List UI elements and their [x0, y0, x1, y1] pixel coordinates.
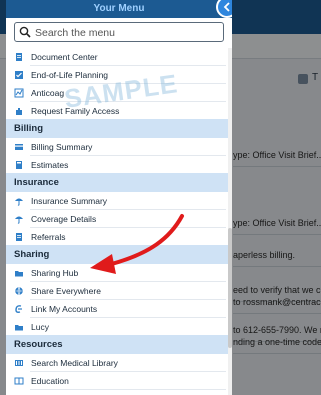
document-icon [16, 52, 22, 61]
menu-item-lucy[interactable]: Lucy [6, 318, 232, 335]
calculator-icon [16, 160, 22, 169]
section-header-sharing: Sharing [6, 245, 232, 264]
menu-scrollbar-thumb[interactable] [228, 228, 232, 348]
menu-header: Your Menu [6, 0, 232, 18]
menu-item-sharing-hub[interactable]: Sharing Hub [6, 264, 232, 281]
book-icon [14, 377, 24, 384]
document-icon [16, 232, 22, 241]
section-header-resources: Resources [6, 335, 232, 354]
menu-item-share-everywhere[interactable]: Share Everywhere [6, 282, 232, 299]
credit-card-icon [15, 143, 23, 150]
search-input[interactable] [33, 24, 223, 42]
menu-item-referrals[interactable]: Referrals [6, 228, 232, 245]
menu-item-link-my-accounts[interactable]: Link My Accounts [6, 300, 232, 317]
menu-item-label: Lucy [31, 321, 49, 332]
folder-icon [15, 270, 23, 276]
menu-item-label: Document Center [31, 51, 98, 62]
umbrella-icon [15, 216, 23, 224]
umbrella-icon [15, 198, 23, 206]
section-header-billing: Billing [6, 119, 232, 138]
back-arrow-icon [223, 2, 230, 12]
checklist-icon [15, 70, 23, 79]
search-box[interactable] [14, 22, 224, 42]
menu-item-label: Estimates [31, 159, 69, 170]
menu-item-document-center[interactable]: Document Center [6, 48, 232, 65]
menu-title: Your Menu [93, 3, 145, 14]
menu-item-label: Referrals [31, 231, 66, 242]
link-icon [15, 304, 22, 313]
menu-item-coverage-details[interactable]: Coverage Details [6, 210, 232, 227]
share-icon [15, 286, 23, 295]
folder-icon [15, 324, 23, 330]
menu-item-label: Share Everywhere [31, 285, 101, 296]
chart-icon [14, 88, 24, 97]
menu-item-label: Anticoag [31, 87, 65, 98]
side-menu: Your Menu Document Center End-of-Life Pla… [6, 0, 232, 395]
menu-item-label: End-of-Life Planning [31, 69, 109, 80]
menu-item-label: Billing Summary [31, 141, 93, 152]
menu-item-insurance-summary[interactable]: Insurance Summary [6, 192, 232, 209]
close-menu-button[interactable] [216, 0, 232, 18]
menu-item-label: Link My Accounts [31, 303, 98, 314]
menu-item-label: Search Medical Library [31, 357, 118, 368]
menu-item-label: Coverage Details [31, 213, 97, 224]
menu-item-label: Insurance Summary [31, 195, 108, 206]
library-icon [15, 359, 23, 366]
menu-item-billing-summary[interactable]: Billing Summary [6, 138, 232, 155]
menu-item-label: Education [31, 375, 69, 386]
menu-item-learning-library[interactable]: Learning Library [6, 390, 232, 395]
menu-item-estimates[interactable]: Estimates [6, 156, 232, 173]
menu-item-education[interactable]: Education [6, 372, 232, 389]
menu-item-search-medical-library[interactable]: Search Medical Library [6, 354, 232, 371]
hand-icon [16, 107, 22, 115]
search-icon [19, 26, 31, 38]
section-header-insurance: Insurance [6, 173, 232, 192]
menu-item-label: Sharing Hub [31, 267, 79, 278]
